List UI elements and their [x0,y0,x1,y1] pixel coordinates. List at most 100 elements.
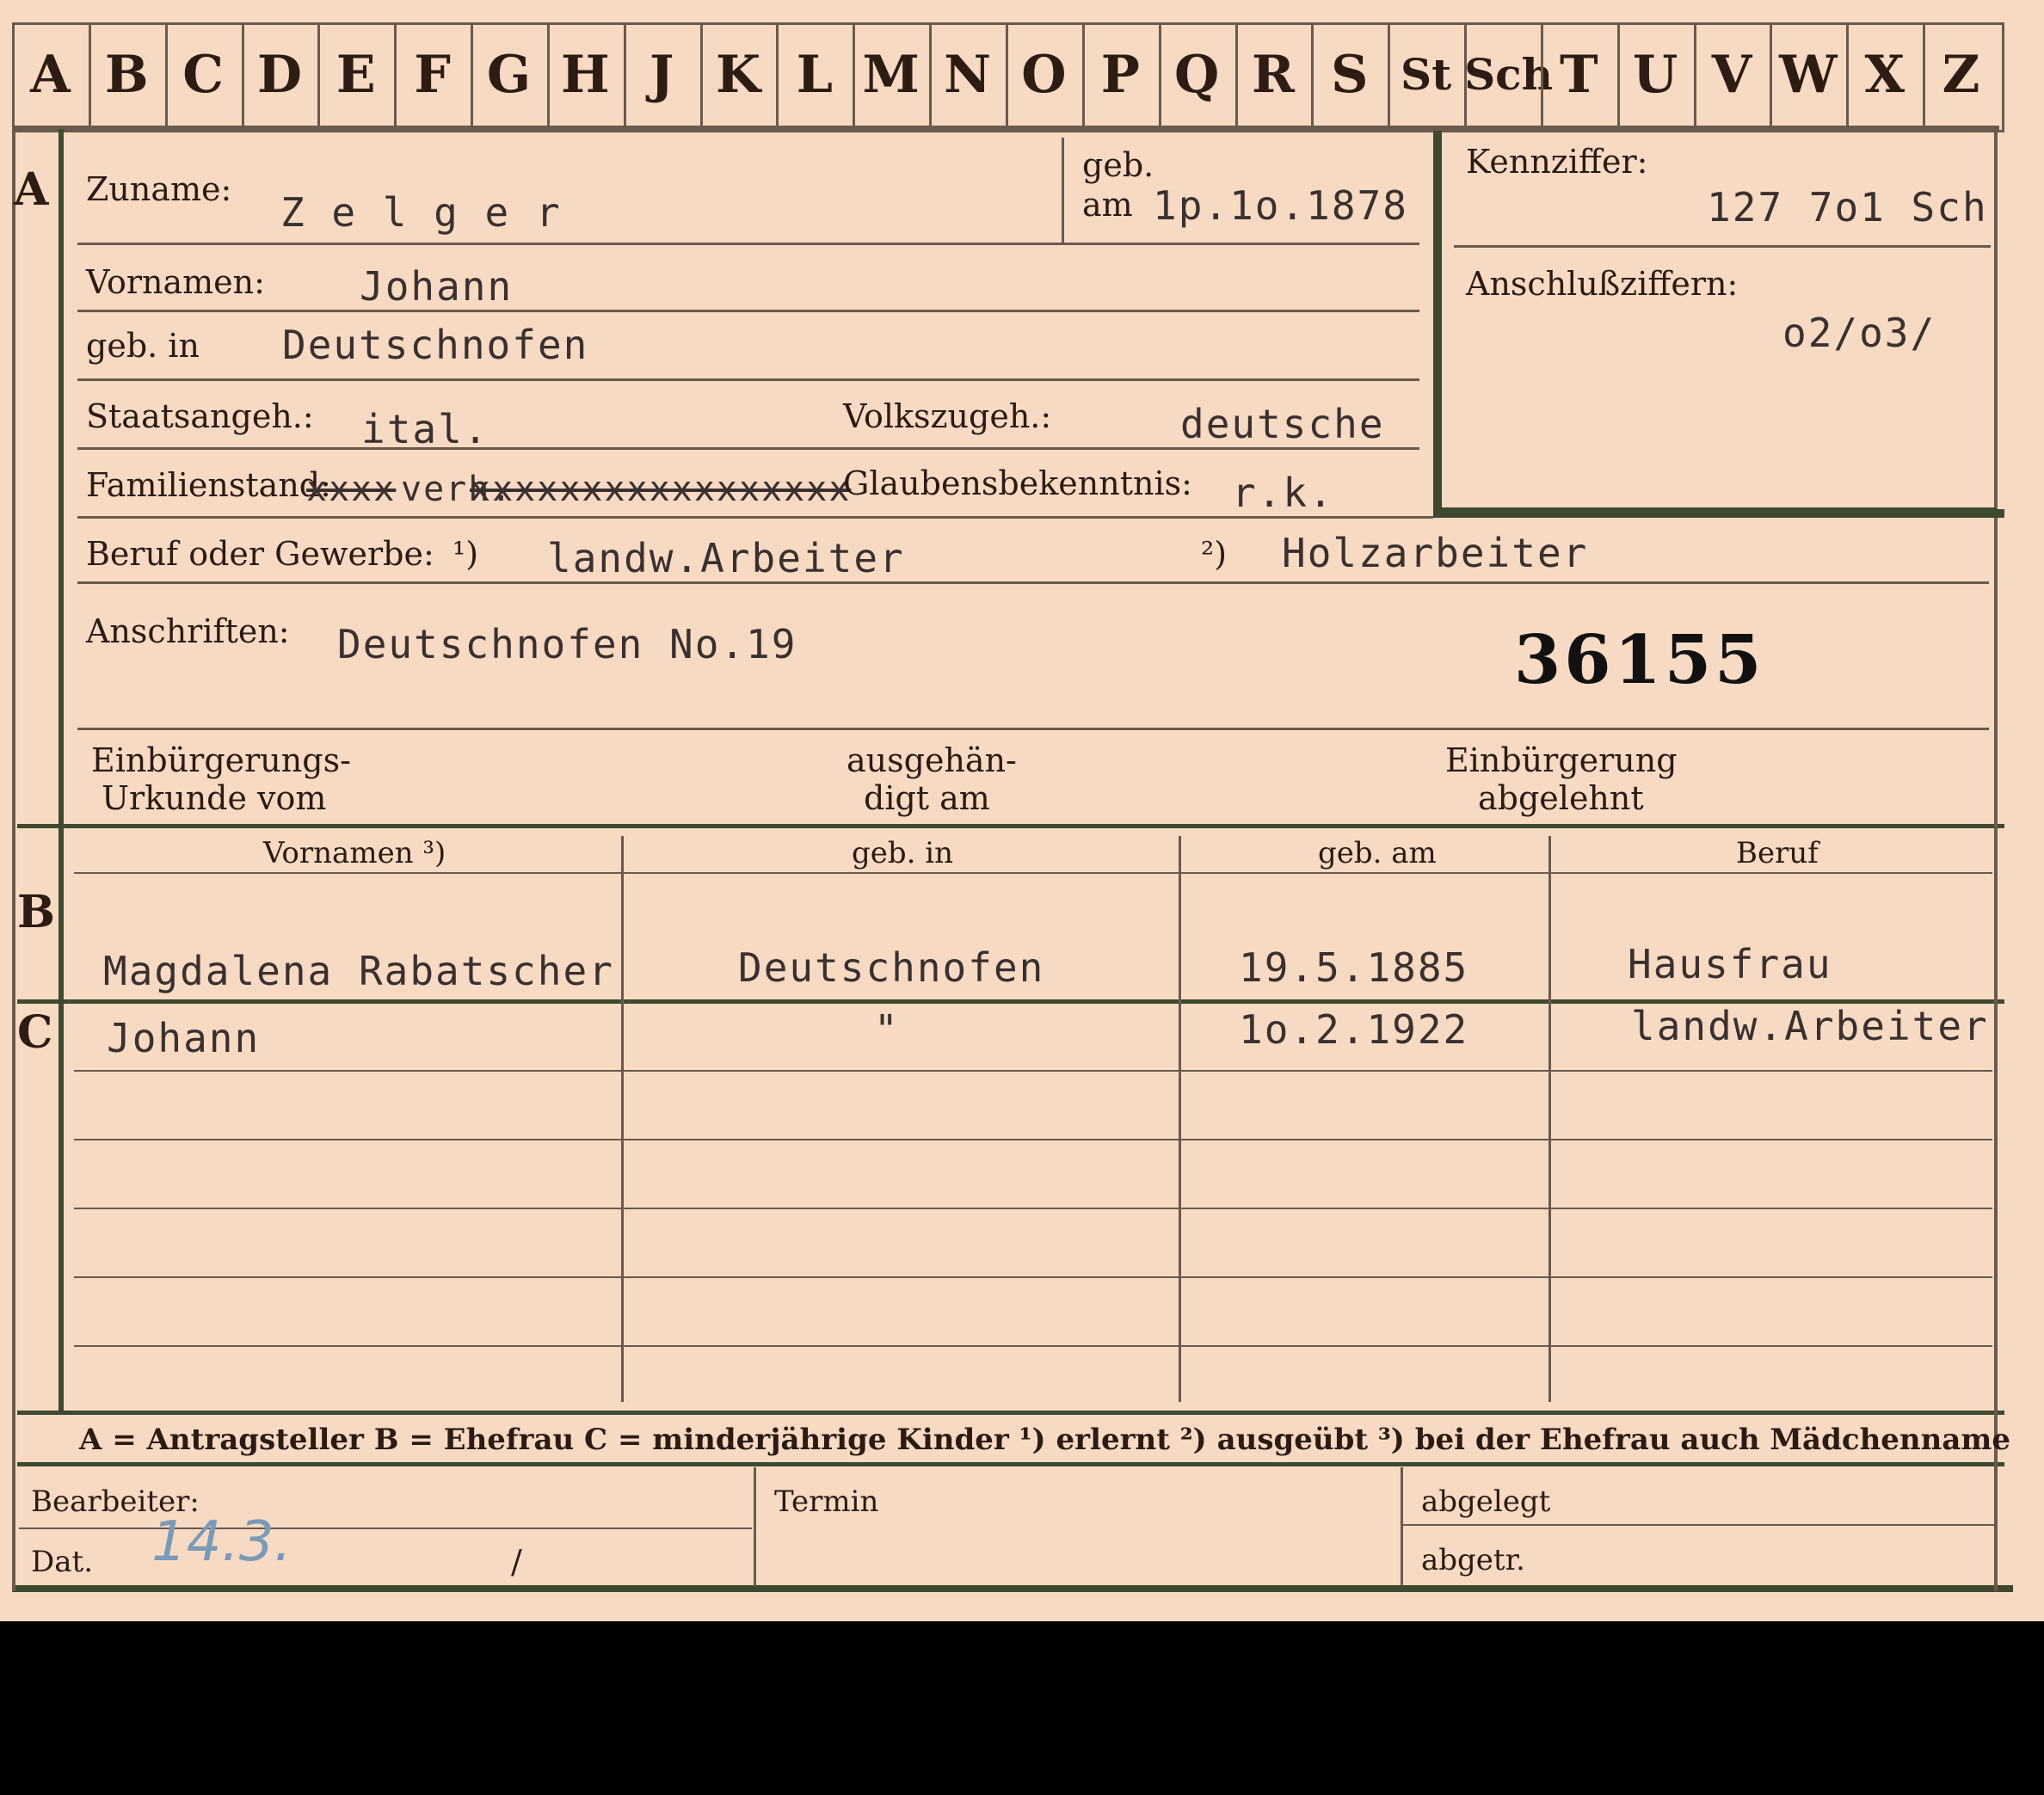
kind-1-geb-in: " [874,1006,900,1053]
beruf-erlernt-value: landw.Arbeiter [547,535,905,581]
volkszugeh-label: Volkszugeh.: [843,397,1052,435]
kennziffer-value: 127 7o1 Sch [1707,184,1988,231]
einbuergerungs-urkunde-label-1: Einbürgerungs- [91,741,351,779]
registration-card: A B C D E F G H J K L M N O P Q R S St Sch T U V W X Z A B C Kenn… [0,0,2044,1621]
geb-in-value: Deutschnofen [282,322,589,368]
alphabet-tab-st: St [1401,49,1452,100]
geb-am-label: am [1082,186,1133,224]
alphabet-tab-divider [1846,24,1850,126]
alphabet-tab-v: V [1711,45,1752,105]
col-header-vornamen: Vornamen ³) [263,836,446,870]
alphabet-tab-o: O [1021,45,1067,105]
glaubensbekenntnis-value: r.k. [1232,470,1334,516]
zuname-label: Zuname: [86,170,232,208]
alphabet-tab-divider [853,24,856,126]
einbuergerung-abgelehnt-label-1: Einbürgerung [1445,741,1678,779]
alphabet-tab-divider [1464,24,1468,126]
beruf-footnote-2: ²) [1201,535,1228,573]
alphabet-tab-m: M [862,45,920,105]
alphabet-tab-s: S [1331,45,1369,105]
anschlussziffern-value: o2/o3/ [1782,310,1936,356]
geb-in-label: geb. in [86,327,200,365]
vornamen-label: Vornamen: [86,263,265,301]
staatsangeh-value: ital. [361,406,489,452]
alphabet-tab-divider [394,24,397,126]
anschriften-value: Deutschnofen No.19 [337,621,797,667]
abgetr-label: abgetr. [1421,1543,1525,1577]
legend-text: A = Antragsteller B = Ehefrau C = minder… [79,1423,2010,1457]
glaubensbekenntnis-label: Glaubensbekenntnis: [843,464,1192,502]
alphabet-tab-divider [88,24,91,126]
anschlussziffern-label: Anschlußziffern: [1466,265,1739,303]
ehefrau-geb-in: Deutschnofen [738,944,1045,991]
alphabet-tab-divider [1540,24,1543,126]
alphabet-tab-divider [317,24,321,126]
alphabet-tab-divider [1770,24,1773,126]
section-a-marker: A [14,163,49,216]
col-header-geb-am: geb. am [1318,836,1437,870]
alphabet-tab-x: X [1864,45,1905,105]
alphabet-tab-divider [776,24,779,126]
einbuergerung-abgelehnt-label-2: abgelehnt [1478,779,1644,817]
alphabet-tab-c: C [182,45,224,105]
kind-1-geb-am: 1o.2.1922 [1239,1006,1469,1053]
alphabet-tab-divider [1923,24,1926,126]
alphabet-tab-divider [471,24,474,126]
alphabet-tab-b: B [104,45,149,105]
alphabet-tab-f: F [414,45,451,105]
alphabet-tab-h: H [560,45,610,105]
alphabet-tab-g: G [486,45,532,105]
alphabet-tab-p: P [1100,45,1140,105]
alphabet-tab-divider [1006,24,1008,126]
alphabet-tab-divider [164,24,168,126]
col-header-geb-in: geb. in [852,836,954,870]
kind-1-vornamen: Johann [107,1015,261,1061]
alphabet-tab-q: Q [1173,45,1220,105]
alphabet-tab-sch: Sch [1464,49,1553,100]
alphabet-tab-t: T [1560,45,1598,105]
alphabet-tab-divider [546,24,550,126]
alphabet-tab-n: N [944,45,991,105]
dat-handwritten-value: 14.3. [151,1510,292,1574]
number-stamp: 36155 [1514,621,1765,699]
section-b-marker: B [17,886,55,938]
alphabet-tab-divider [1616,24,1620,126]
alphabet-tab-divider [1693,24,1696,126]
alphabet-tab-divider [623,24,626,126]
alphabet-tab-e: E [336,45,376,105]
ausgehaendigt-label-2: digt am [864,779,990,817]
alphabet-tab-divider [1311,24,1314,126]
einbuergerungs-urkunde-label-2: Urkunde vom [102,779,327,817]
alphabet-tab-divider [699,24,703,126]
zuname-value: Z e l g e r [280,189,562,236]
alphabet-tab-l: L [796,45,833,105]
termin-label: Termin [774,1485,879,1519]
kennziffer-label: Kennziffer: [1466,143,1648,181]
staatsangeh-label: Staatsangeh.: [86,397,314,435]
geb-label: geb. [1082,146,1154,184]
ehefrau-vornamen: Magdalena Rabatscher [103,948,614,994]
alphabet-tab-k: K [715,45,761,105]
alphabet-tab-divider [929,24,933,126]
anschriften-label: Anschriften: [86,612,290,650]
familienstand-label: Familienstand: [86,466,331,504]
alphabet-tab-divider [1158,24,1161,126]
volkszugeh-value: deutsche [1180,401,1385,447]
alphabet-tab-w: W [1779,45,1838,105]
alphabet-tab-divider [1388,24,1391,126]
beruf-label: Beruf oder Gewerbe: [86,535,434,573]
vornamen-value: Johann [360,263,514,310]
ehefrau-geb-am: 19.5.1885 [1239,944,1469,991]
familienstand-struck-1: xxxx [306,470,397,509]
dat-label: Dat. [31,1545,94,1579]
beruf-footnote-1: ¹) [453,535,479,573]
ausgehaendigt-label-1: ausgehän- [847,741,1017,779]
alphabet-tab-divider [1234,24,1238,126]
kind-1-beruf: landw.Arbeiter [1631,1003,1989,1049]
alphabet-tab-divider [1081,24,1085,126]
alphabet-tab-z: Z [1942,45,1980,105]
dat-separator: / [511,1543,522,1581]
alphabet-tab-j: J [649,45,674,105]
ehefrau-beruf: Hausfrau [1628,941,1832,987]
abgelegt-label: abgelegt [1421,1485,1551,1519]
